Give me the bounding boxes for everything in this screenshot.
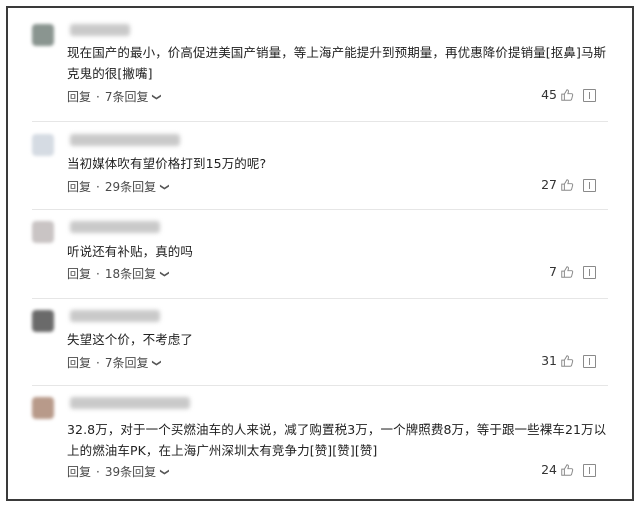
reply-button[interactable]: 回复 <box>67 463 91 480</box>
reply-count-link[interactable]: 39条回复 <box>105 463 156 480</box>
avatar[interactable] <box>32 310 54 332</box>
report-icon[interactable] <box>583 355 596 368</box>
chevron-down-icon[interactable]: ❯ <box>159 468 169 476</box>
comment-text: 当初媒体吹有望价格打到15万的呢? <box>67 156 267 171</box>
separator-dot: · <box>96 464 100 479</box>
avatar[interactable] <box>32 221 54 243</box>
comment-meta: 回复 · 7条回复 ❯ <box>67 354 161 371</box>
like-count: 31 <box>541 353 557 368</box>
avatar[interactable] <box>32 134 54 156</box>
like-button[interactable]: 24 <box>541 462 574 477</box>
avatar[interactable] <box>32 24 54 46</box>
thumbs-up-icon[interactable] <box>560 463 574 477</box>
chevron-down-icon[interactable]: ❯ <box>151 93 161 101</box>
separator-dot: · <box>96 266 100 281</box>
reply-button[interactable]: 回复 <box>67 354 91 371</box>
chevron-down-icon[interactable]: ❯ <box>159 183 169 191</box>
thumbs-up-icon[interactable] <box>560 265 574 279</box>
reply-button[interactable]: 回复 <box>67 88 91 105</box>
report-icon[interactable] <box>583 464 596 477</box>
separator-dot: · <box>96 89 100 104</box>
separator-dot: · <box>96 355 100 370</box>
comment-meta: 回复 · 29条回复 ❯ <box>67 178 169 195</box>
like-count: 27 <box>541 177 557 192</box>
divider <box>32 209 608 210</box>
report-icon[interactable] <box>583 89 596 102</box>
like-count: 24 <box>541 462 557 477</box>
comment-meta: 回复 · 18条回复 ❯ <box>67 265 169 282</box>
like-button[interactable]: 31 <box>541 353 574 368</box>
like-button[interactable]: 27 <box>541 177 574 192</box>
comment-meta: 回复 · 39条回复 ❯ <box>67 463 169 480</box>
username-blurred[interactable] <box>70 24 130 36</box>
username-blurred[interactable] <box>70 310 160 322</box>
divider <box>32 121 608 122</box>
chevron-down-icon[interactable]: ❯ <box>151 359 161 367</box>
avatar[interactable] <box>32 397 54 419</box>
reply-button[interactable]: 回复 <box>67 265 91 282</box>
like-button[interactable]: 7 <box>549 264 574 279</box>
reply-count-link[interactable]: 7条回复 <box>105 354 149 371</box>
comment-text: 现在国产的最小，价高促进美国产销量，等上海产能提升到预期量，再优惠降价提销量[抠… <box>67 45 607 81</box>
like-count: 7 <box>549 264 557 279</box>
username-blurred[interactable] <box>70 397 190 409</box>
username-blurred[interactable] <box>70 134 180 146</box>
divider <box>32 298 608 299</box>
separator-dot: · <box>96 179 100 194</box>
reply-count-link[interactable]: 29条回复 <box>105 178 156 195</box>
comment-list: 现在国产的最小，价高促进美国产销量，等上海产能提升到预期量，再优惠降价提销量[抠… <box>6 6 634 501</box>
report-icon[interactable] <box>583 266 596 279</box>
thumbs-up-icon[interactable] <box>560 354 574 368</box>
comment-text: 失望这个价，不考虑了 <box>67 332 194 347</box>
reply-button[interactable]: 回复 <box>67 178 91 195</box>
report-icon[interactable] <box>583 179 596 192</box>
comment-meta: 回复 · 7条回复 ❯ <box>67 88 161 105</box>
reply-count-link[interactable]: 18条回复 <box>105 265 156 282</box>
like-button[interactable]: 45 <box>541 87 574 102</box>
chevron-down-icon[interactable]: ❯ <box>159 270 169 278</box>
comment-text: 32.8万，对于一个买燃油车的人来说，减了购置税3万，一个牌照费8万，等于跟一些… <box>67 422 607 458</box>
comment-text: 听说还有补贴，真的吗 <box>67 244 194 259</box>
like-count: 45 <box>541 87 557 102</box>
username-blurred[interactable] <box>70 221 160 233</box>
reply-count-link[interactable]: 7条回复 <box>105 88 149 105</box>
thumbs-up-icon[interactable] <box>560 178 574 192</box>
thumbs-up-icon[interactable] <box>560 88 574 102</box>
divider <box>32 385 608 386</box>
